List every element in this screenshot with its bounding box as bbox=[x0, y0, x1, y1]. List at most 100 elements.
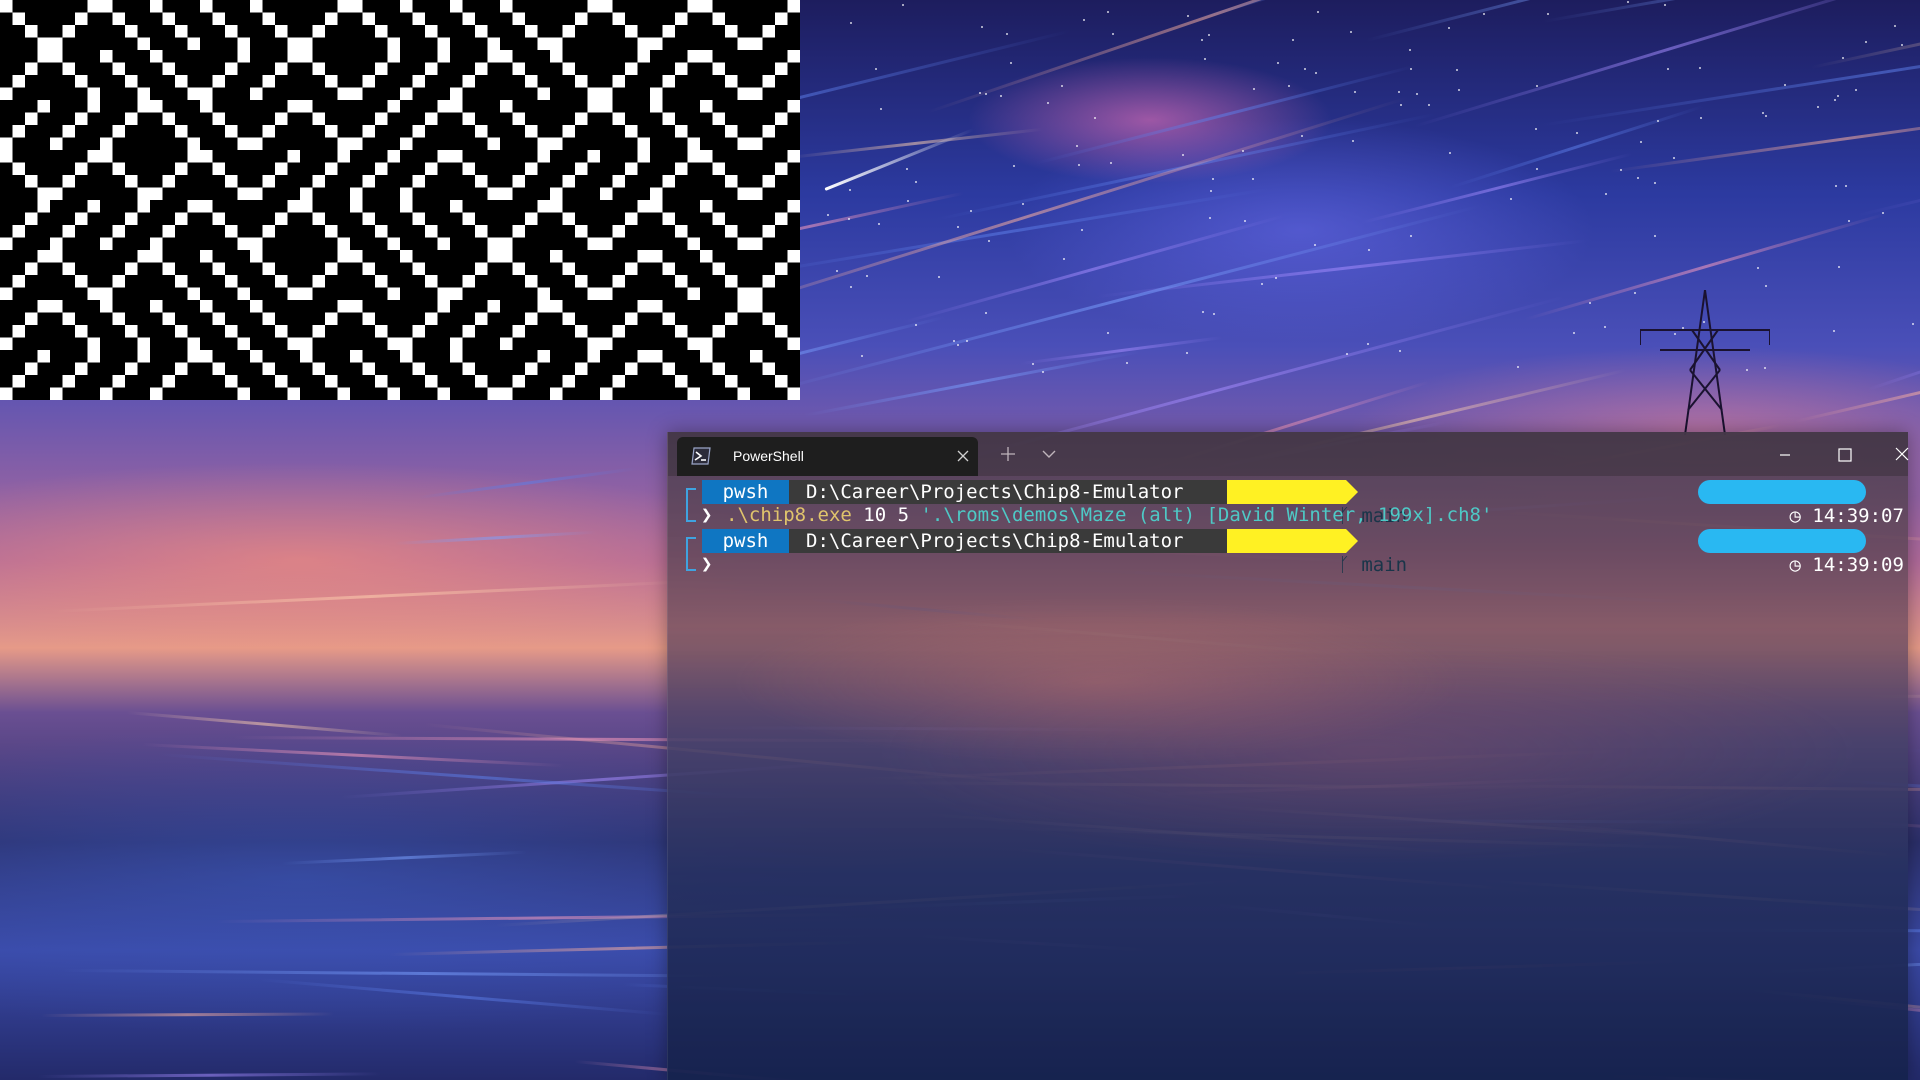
wallpaper-streak bbox=[1366, 0, 1816, 42]
maze-pixel bbox=[150, 187, 163, 200]
maze-pixel bbox=[12, 225, 25, 238]
wallpaper-streak bbox=[38, 1072, 381, 1079]
maze-pixel bbox=[125, 262, 138, 275]
maze-pixel bbox=[37, 350, 50, 363]
chevron-down-icon[interactable] bbox=[1040, 445, 1058, 463]
chip8-maze-display bbox=[0, 0, 800, 400]
wallpaper-star bbox=[1213, 312, 1216, 315]
maze-pixel bbox=[550, 187, 563, 200]
wallpaper-star bbox=[1317, 10, 1320, 13]
maze-pixel bbox=[337, 250, 350, 263]
wallpaper-star bbox=[1535, 127, 1538, 130]
maze-pixel bbox=[25, 62, 38, 75]
maze-pixel bbox=[412, 262, 425, 275]
maze-pixel bbox=[50, 187, 63, 200]
maze-pixel bbox=[175, 325, 188, 338]
prompt-symbol: ❯ bbox=[701, 504, 713, 526]
maze-pixel bbox=[737, 137, 750, 150]
maze-pixel bbox=[537, 300, 550, 313]
maze-pixel bbox=[225, 25, 238, 38]
maze-pixel bbox=[12, 375, 25, 388]
prompt-line: pwsh D:\Career\Projects\Chip8-Emulator ᚴ… bbox=[668, 480, 1908, 527]
maze-pixel bbox=[375, 25, 388, 38]
maze-pixel bbox=[262, 12, 275, 25]
maze-pixel bbox=[112, 12, 125, 25]
path-segment: D:\Career\Projects\Chip8-Emulator bbox=[789, 529, 1239, 553]
maze-pixel bbox=[250, 300, 263, 313]
minimize-button[interactable] bbox=[1762, 440, 1808, 470]
maze-pixel bbox=[662, 362, 675, 375]
wallpaper-streak bbox=[1794, 360, 1920, 423]
maze-pixel bbox=[612, 75, 625, 88]
maze-pixel bbox=[600, 237, 613, 250]
wallpaper-streak bbox=[1361, 151, 1633, 224]
maze-pixel bbox=[587, 287, 600, 300]
maze-pixel bbox=[637, 150, 650, 163]
maze-pixel bbox=[737, 87, 750, 100]
wallpaper-star bbox=[1757, 267, 1760, 270]
maze-pixel bbox=[487, 50, 500, 63]
maze-pixel bbox=[137, 200, 150, 213]
maze-pixel bbox=[237, 387, 250, 400]
wallpaper-star bbox=[1653, 234, 1656, 237]
maze-pixel bbox=[187, 137, 200, 150]
maze-pixel bbox=[150, 50, 163, 63]
maze-pixel bbox=[562, 175, 575, 188]
maze-pixel bbox=[250, 0, 263, 13]
maze-pixel bbox=[250, 87, 263, 100]
wallpaper-star bbox=[1637, 176, 1640, 179]
maze-pixel bbox=[687, 237, 700, 250]
maze-pixel bbox=[650, 87, 663, 100]
maze-pixel bbox=[537, 87, 550, 100]
maximize-button[interactable] bbox=[1821, 440, 1867, 470]
wallpaper-star bbox=[1447, 27, 1450, 29]
maze-pixel bbox=[500, 250, 513, 263]
maze-pixel bbox=[0, 387, 13, 400]
maze-pixel bbox=[325, 225, 338, 238]
tab-powershell[interactable]: PowerShell bbox=[677, 437, 978, 476]
maze-pixel bbox=[400, 0, 413, 13]
command-line[interactable]: ❯ bbox=[668, 553, 1908, 577]
maze-pixel bbox=[387, 100, 400, 113]
maze-pixel bbox=[475, 312, 488, 325]
wallpaper-star bbox=[1428, 103, 1431, 106]
maze-pixel bbox=[212, 162, 225, 175]
terminal-output[interactable]: pwsh D:\Career\Projects\Chip8-Emulator ᚴ… bbox=[668, 476, 1908, 1080]
maze-pixel bbox=[700, 150, 713, 163]
maze-pixel bbox=[512, 112, 525, 125]
wallpaper-streak bbox=[126, 710, 402, 737]
plus-icon[interactable] bbox=[998, 444, 1018, 464]
maze-pixel bbox=[225, 125, 238, 138]
close-window-button[interactable] bbox=[1879, 440, 1920, 470]
maze-pixel bbox=[787, 100, 800, 113]
maze-pixel bbox=[725, 75, 738, 88]
maze-pixel bbox=[425, 275, 438, 288]
wallpaper-star bbox=[1292, 39, 1295, 42]
wallpaper-star bbox=[860, 355, 863, 358]
maze-pixel bbox=[200, 200, 213, 213]
time-segment: ◷ 14:39:09 bbox=[1698, 529, 1904, 576]
maze-pixel bbox=[375, 375, 388, 388]
maze-pixel bbox=[450, 287, 463, 300]
command-line: ❯ .\chip8.exe 10 5 '.\roms\demos\Maze (a… bbox=[668, 504, 1908, 528]
wallpaper-star bbox=[1367, 342, 1370, 345]
wallpaper-star bbox=[1107, 331, 1110, 334]
wallpaper-star bbox=[1838, 265, 1841, 268]
maze-pixel bbox=[325, 312, 338, 325]
wallpaper-star bbox=[905, 167, 908, 170]
close-icon[interactable] bbox=[955, 448, 971, 464]
maze-pixel bbox=[200, 250, 213, 263]
wallpaper-streak bbox=[743, 188, 1270, 278]
maze-pixel bbox=[112, 275, 125, 288]
maze-pixel bbox=[625, 312, 638, 325]
maze-pixel bbox=[212, 312, 225, 325]
maze-pixel bbox=[662, 112, 675, 125]
maze-pixel bbox=[362, 125, 375, 138]
wallpaper-star bbox=[1301, 135, 1304, 138]
maze-pixel bbox=[362, 175, 375, 188]
title-bar[interactable]: PowerShell bbox=[668, 432, 1909, 476]
wallpaper-streak bbox=[757, 203, 1482, 396]
wallpaper-star bbox=[1243, 219, 1246, 222]
maze-pixel bbox=[312, 275, 325, 288]
wallpaper-star bbox=[1242, 149, 1245, 152]
